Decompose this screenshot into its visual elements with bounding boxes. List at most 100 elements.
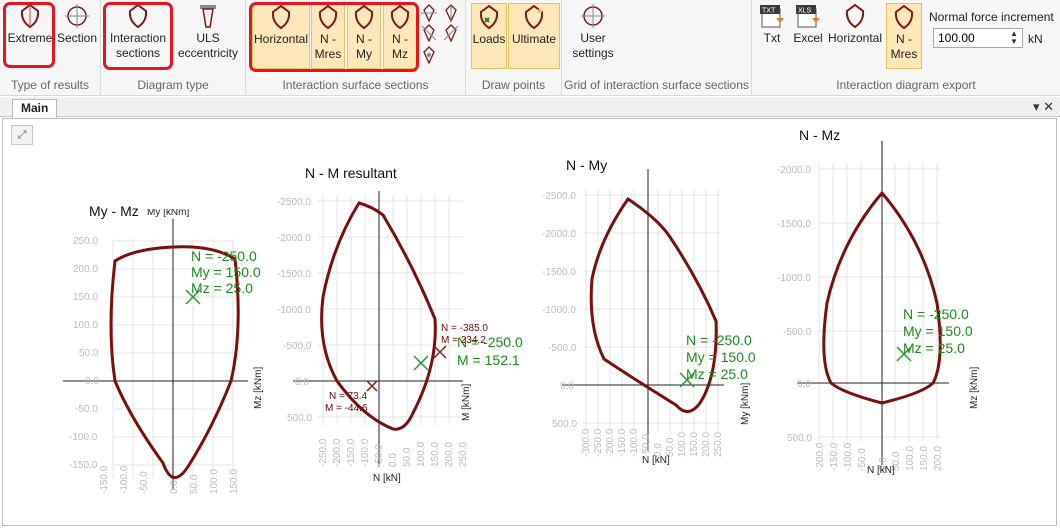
loads-button[interactable]: Loads bbox=[471, 3, 507, 69]
xtick-7: 50.0 bbox=[665, 437, 676, 457]
highlight-interaction-sections bbox=[103, 2, 173, 70]
export-horizontal-button[interactable]: Horizontal bbox=[826, 3, 884, 46]
n-m-pt1-m: M = 234.2 bbox=[441, 335, 486, 346]
ytick-2: 150.0 bbox=[73, 292, 98, 303]
n-my-yticks: -2500.0 -2000.0 -1500.0 -1000.0 -500.0 0.0 500… bbox=[542, 191, 577, 430]
xtick-2: -200.0 bbox=[605, 428, 616, 457]
xtick-0: -300.0 bbox=[581, 428, 592, 457]
group-label-export: Interaction diagram export bbox=[836, 78, 976, 92]
xtick-1: -250.0 bbox=[593, 428, 604, 457]
tab-main[interactable]: Main bbox=[12, 99, 58, 118]
ytick-2: -1500.0 bbox=[277, 269, 311, 280]
section-icon bbox=[65, 4, 89, 28]
xtick-2: -150.0 bbox=[346, 438, 357, 467]
uls-label: ULS bbox=[196, 31, 220, 45]
ytick-1: -2000.0 bbox=[277, 233, 311, 244]
ribbon: Extreme Section Type of results Interact… bbox=[0, 0, 1060, 96]
chart-n-mz: -2000.0 -1500.0 -1000.0 -500.0 0.0 500.0 -200… bbox=[777, 141, 980, 476]
group-diagram-type: Interaction sections ULS eccentricity Di… bbox=[101, 0, 246, 96]
export-horizontal-icon bbox=[845, 3, 865, 29]
group-export: TXT Txt XLS Excel Horizontal N - Mres No… bbox=[752, 0, 1060, 96]
export-txt-button[interactable]: TXT Txt bbox=[756, 3, 788, 46]
tab-controls[interactable]: ▾ ✕ bbox=[1033, 99, 1054, 115]
n-my-label-n: N = -250.0 bbox=[686, 332, 752, 348]
uls-eccentricity-button[interactable]: ULS eccentricity bbox=[173, 3, 243, 61]
group-sections: Horizontal N - Mres N - My N - Mz Intera… bbox=[246, 0, 466, 96]
ytick-5: 500.0 bbox=[787, 433, 812, 444]
chart-title-n-m-resultant: N - M resultant bbox=[305, 165, 397, 181]
section-small-icon-4[interactable] bbox=[442, 24, 460, 42]
xtick-4: -100.0 bbox=[629, 428, 640, 457]
group-label-sections: Interaction surface sections bbox=[282, 78, 429, 92]
xls-badge: XLS bbox=[798, 8, 812, 15]
xtick-11: 250.0 bbox=[713, 432, 724, 457]
diagram-canvas: ⤢ My - Mz 250.0 200.0 150.0 100.0 50.0 0.0 -50… bbox=[2, 118, 1057, 526]
txt-badge: TXT bbox=[762, 8, 776, 15]
section-small-icon-3[interactable] bbox=[420, 24, 438, 42]
highlight-extreme bbox=[3, 2, 55, 68]
fullscreen-button[interactable]: ⤢ bbox=[11, 125, 33, 145]
ytick-8: -150.0 bbox=[69, 460, 98, 471]
ytick-2: -1000.0 bbox=[777, 273, 811, 284]
ytick-4: -500.0 bbox=[283, 341, 312, 352]
n-axis-label-nz: N [kN] bbox=[867, 465, 895, 476]
ytick-3: -500.0 bbox=[783, 327, 812, 338]
section-small-icon-5[interactable] bbox=[420, 46, 438, 64]
ytick-2: -1500.0 bbox=[542, 267, 576, 278]
txt-file-icon: TXT bbox=[760, 5, 784, 28]
user-settings-button[interactable]: User settings bbox=[568, 3, 618, 61]
xtick-9: 200.0 bbox=[444, 442, 455, 467]
n-mz-label-mz: Mz = 25.0 bbox=[903, 340, 965, 356]
n-m-pt2-m: M = -44.6 bbox=[325, 403, 368, 414]
section-small-icon-1[interactable] bbox=[420, 4, 438, 22]
xtick-3: 0.0 bbox=[169, 480, 180, 494]
ultimate-icon bbox=[524, 4, 544, 30]
xtick-0: -200.0 bbox=[815, 442, 826, 471]
excel-file-icon: XLS bbox=[796, 5, 820, 28]
ytick-6: 500.0 bbox=[287, 413, 312, 424]
group-label-grid: Grid of interaction surface sections bbox=[564, 78, 749, 92]
my-mz-label-mz: Mz = 25.0 bbox=[191, 280, 253, 296]
export-n-mres-label-2: Mres bbox=[890, 47, 918, 61]
document-tabbar: Main ▾ ✕ bbox=[0, 97, 1060, 118]
settings-label: settings bbox=[572, 46, 614, 60]
n-axis-label-ny: N [kN] bbox=[642, 455, 670, 466]
mz-axis-label-nz: Mz [kNm] bbox=[969, 367, 980, 409]
highlight-sections bbox=[249, 2, 419, 72]
ytick-5: 0.0 bbox=[85, 376, 99, 387]
ytick-4: -500.0 bbox=[548, 343, 577, 354]
ultimate-button[interactable]: Ultimate bbox=[508, 3, 560, 69]
xtick-10: 200.0 bbox=[701, 432, 712, 457]
n-m-pt1-n: N = -385.0 bbox=[441, 323, 488, 334]
user-label: User bbox=[580, 31, 606, 45]
section-button[interactable]: Section bbox=[54, 3, 100, 46]
chart-n-m-resultant: -2500.0 -2000.0 -1500.0 -1000.0 -500.0 0.0 500… bbox=[277, 191, 523, 484]
export-n-mres-button[interactable]: N - Mres bbox=[886, 3, 922, 69]
n-m-ultimate-marker-1 bbox=[433, 345, 447, 359]
xtick-4: 50.0 bbox=[189, 474, 200, 494]
my-mz-yticks: 250.0 200.0 150.0 100.0 50.0 0.0 -50.0 -100.0 -1… bbox=[69, 236, 99, 471]
chart-my-mz: 250.0200.0150.0100.050.00.0-50.0-100.0-1… bbox=[63, 209, 263, 494]
normal-force-label: Normal force increment bbox=[929, 10, 1054, 24]
xtick-1: -200.0 bbox=[332, 438, 343, 467]
xtick-1: -100.0 bbox=[119, 465, 130, 494]
n-my-xticks: -300.0 -250.0 -200.0 -150.0 -100.0 -50.0 0.0 50… bbox=[581, 428, 724, 457]
normal-force-spinner[interactable]: ▲ ▼ bbox=[1010, 30, 1018, 46]
group-label-diagram-type: Diagram type bbox=[137, 78, 209, 92]
export-horizontal-label: Horizontal bbox=[827, 31, 883, 45]
n-mz-yticks: -2000.0 -1500.0 -1000.0 -500.0 0.0 500.0 bbox=[777, 165, 812, 444]
section-small-icon-2[interactable] bbox=[442, 4, 460, 22]
ytick-3: -1000.0 bbox=[542, 305, 576, 316]
my-mz-label-n: N = -250.0 bbox=[191, 248, 257, 264]
xtick-5: 100.0 bbox=[209, 469, 220, 494]
xtick-7: 150.0 bbox=[919, 446, 930, 471]
export-excel-button[interactable]: XLS Excel bbox=[790, 3, 826, 46]
xtick-8: 100.0 bbox=[677, 432, 688, 457]
ytick-5: 0.0 bbox=[560, 381, 574, 392]
n-my-label-my: My = 150.0 bbox=[686, 349, 756, 365]
ytick-1: -2000.0 bbox=[542, 229, 576, 240]
xtick-3: -100.0 bbox=[360, 438, 371, 467]
group-label-type-of-results: Type of results bbox=[10, 78, 90, 92]
xtick-8: 150.0 bbox=[430, 442, 441, 467]
ytick-3: 100.0 bbox=[73, 320, 98, 331]
